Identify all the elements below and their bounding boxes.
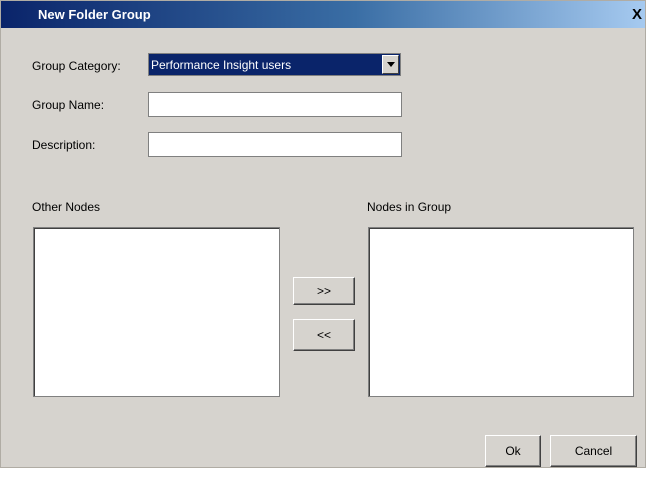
dialog-title: New Folder Group	[38, 7, 151, 22]
group-name-label: Group Name:	[32, 98, 105, 112]
group-category-value: Performance Insight users	[151, 58, 292, 72]
chevron-down-icon[interactable]	[382, 55, 399, 74]
other-nodes-list[interactable]	[33, 227, 280, 397]
description-label: Description:	[32, 138, 96, 152]
nodes-in-group-list[interactable]	[368, 227, 634, 397]
title-bar[interactable]: New Folder Group X	[1, 1, 645, 28]
group-name-input[interactable]	[148, 92, 402, 117]
other-nodes-label: Other Nodes	[32, 200, 101, 214]
new-folder-group-dialog: New Folder Group X Group Category: Perfo…	[0, 0, 646, 468]
nodes-in-group-label: Nodes in Group	[367, 200, 452, 214]
add-node-button[interactable]: >>	[293, 277, 355, 305]
description-input[interactable]	[148, 132, 402, 157]
remove-node-button[interactable]: <<	[293, 319, 355, 351]
group-category-label: Group Category:	[32, 59, 121, 73]
group-category-select[interactable]: Performance Insight users	[148, 53, 401, 76]
cancel-button[interactable]: Cancel	[550, 435, 637, 467]
close-icon[interactable]: X	[629, 7, 645, 23]
ok-button[interactable]: Ok	[485, 435, 541, 467]
